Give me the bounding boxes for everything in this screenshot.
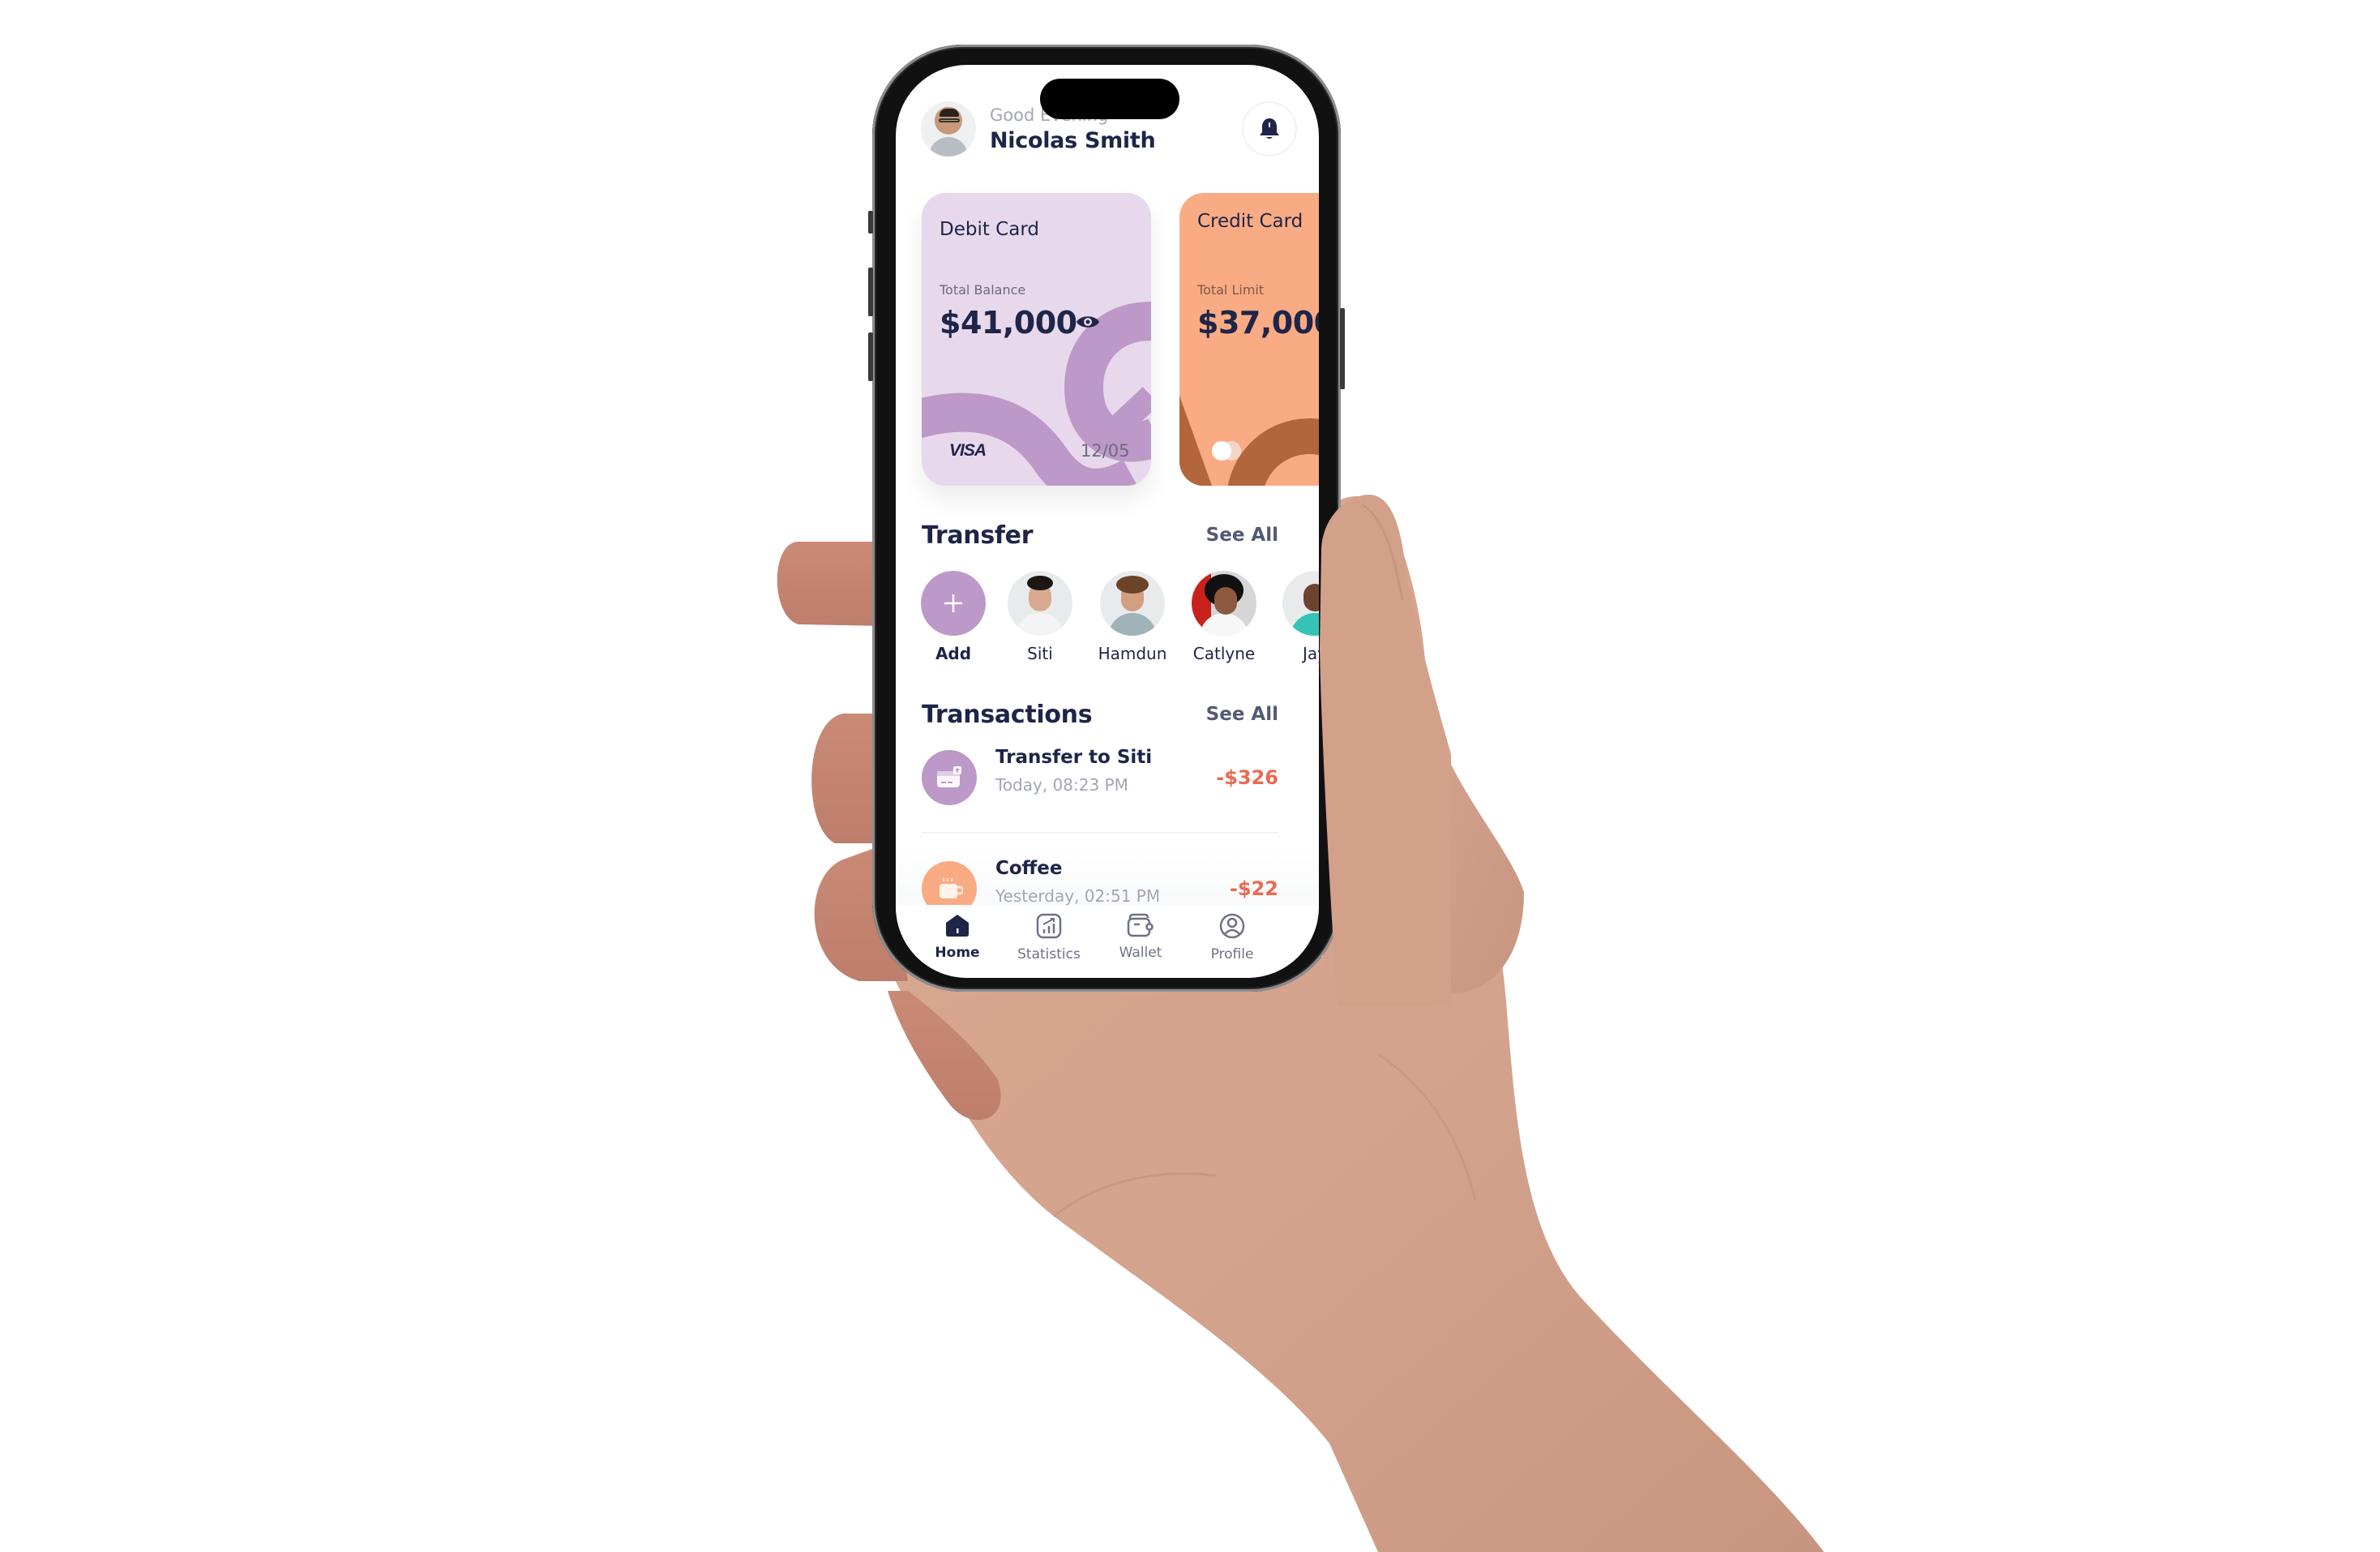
transaction-title: Coffee [995, 858, 1063, 879]
phone-volume-down-button [868, 332, 873, 381]
index-finger [777, 542, 884, 626]
add-label: Add [935, 644, 972, 663]
visa-logo: VISA [949, 441, 987, 460]
nav-item-profile[interactable]: Profile [1188, 913, 1277, 962]
dynamic-island [1040, 79, 1179, 119]
thumb-overlay [1320, 495, 1451, 1005]
card-type-label: Credit Card [1197, 211, 1303, 232]
home-icon [946, 915, 969, 937]
user-avatar[interactable] [921, 101, 976, 156]
transaction-row[interactable]: Transfer to Siti Today, 08:23 PM -$326 [922, 747, 1278, 807]
app-screen: Good Evening Nicolas Smith Debit Card To… [896, 65, 1319, 978]
mastercard-icon [1212, 441, 1241, 461]
contact-name: Siti [1027, 644, 1053, 663]
phone-power-button [1340, 308, 1345, 389]
transfer-see-all-link[interactable]: See All [1206, 525, 1278, 546]
contact-name: Catlyne [1192, 644, 1256, 663]
card-transfer-icon [922, 750, 977, 805]
bottom-navigation: Home Statistics Wallet Profile [896, 905, 1319, 978]
transfer-title: Transfer [922, 521, 1034, 550]
contact-avatar [1100, 571, 1165, 636]
nav-item-wallet[interactable]: Wallet [1096, 913, 1185, 961]
contact-name: Jay [1303, 644, 1319, 663]
divider [922, 832, 1278, 834]
transactions-title: Transactions [922, 701, 1093, 729]
contact-avatar [1008, 571, 1072, 636]
nav-label: Wallet [1119, 945, 1162, 961]
phone-volume-up-button [868, 268, 873, 316]
card-balance-label: Total Balance [940, 282, 1026, 298]
contact-name: Hamdun [1098, 644, 1167, 663]
transaction-time: Today, 08:23 PM [995, 775, 1128, 795]
nav-label: Home [935, 945, 980, 961]
contact-item[interactable]: Siti [995, 571, 1085, 663]
credit-card[interactable]: Credit Card Total Limit $37,000 [1179, 193, 1319, 486]
phone-side-button [868, 211, 873, 234]
notification-button[interactable] [1242, 101, 1297, 156]
debit-card[interactable]: Debit Card Total Balance $41,000 VISA 12… [922, 193, 1151, 486]
transaction-amount: -$326 [1216, 766, 1278, 789]
plus-icon [944, 594, 962, 612]
contact-item[interactable]: Catlyne [1179, 571, 1269, 663]
card-type-label: Debit Card [940, 219, 1039, 240]
add-contact-button[interactable]: Add [909, 571, 998, 663]
bell-icon [1260, 118, 1279, 139]
contact-item[interactable]: Hamdun [1088, 571, 1177, 663]
card-limit-amount: $37,000 [1197, 305, 1319, 341]
contact-avatar [1192, 571, 1256, 636]
transaction-title: Transfer to Siti [995, 747, 1153, 768]
eye-icon[interactable] [1076, 313, 1100, 331]
user-name: Nicolas Smith [990, 128, 1156, 153]
contact-item[interactable]: Jay [1270, 571, 1319, 663]
transactions-see-all-link[interactable]: See All [1206, 704, 1278, 725]
transaction-time: Yesterday, 02:51 PM [995, 886, 1161, 906]
wallet-icon [1127, 913, 1154, 937]
transaction-amount: -$22 [1229, 877, 1278, 900]
card-expiry: 12/05 [1081, 441, 1130, 461]
statistics-icon [1036, 913, 1062, 939]
card-limit-label: Total Limit [1197, 282, 1265, 298]
nav-label: Statistics [1017, 946, 1081, 962]
nav-item-home[interactable]: Home [913, 913, 1002, 961]
nav-item-statistics[interactable]: Statistics [1004, 913, 1094, 962]
profile-icon [1219, 913, 1245, 939]
nav-label: Profile [1210, 946, 1254, 962]
card-balance-amount: $41,000 [940, 305, 1077, 341]
